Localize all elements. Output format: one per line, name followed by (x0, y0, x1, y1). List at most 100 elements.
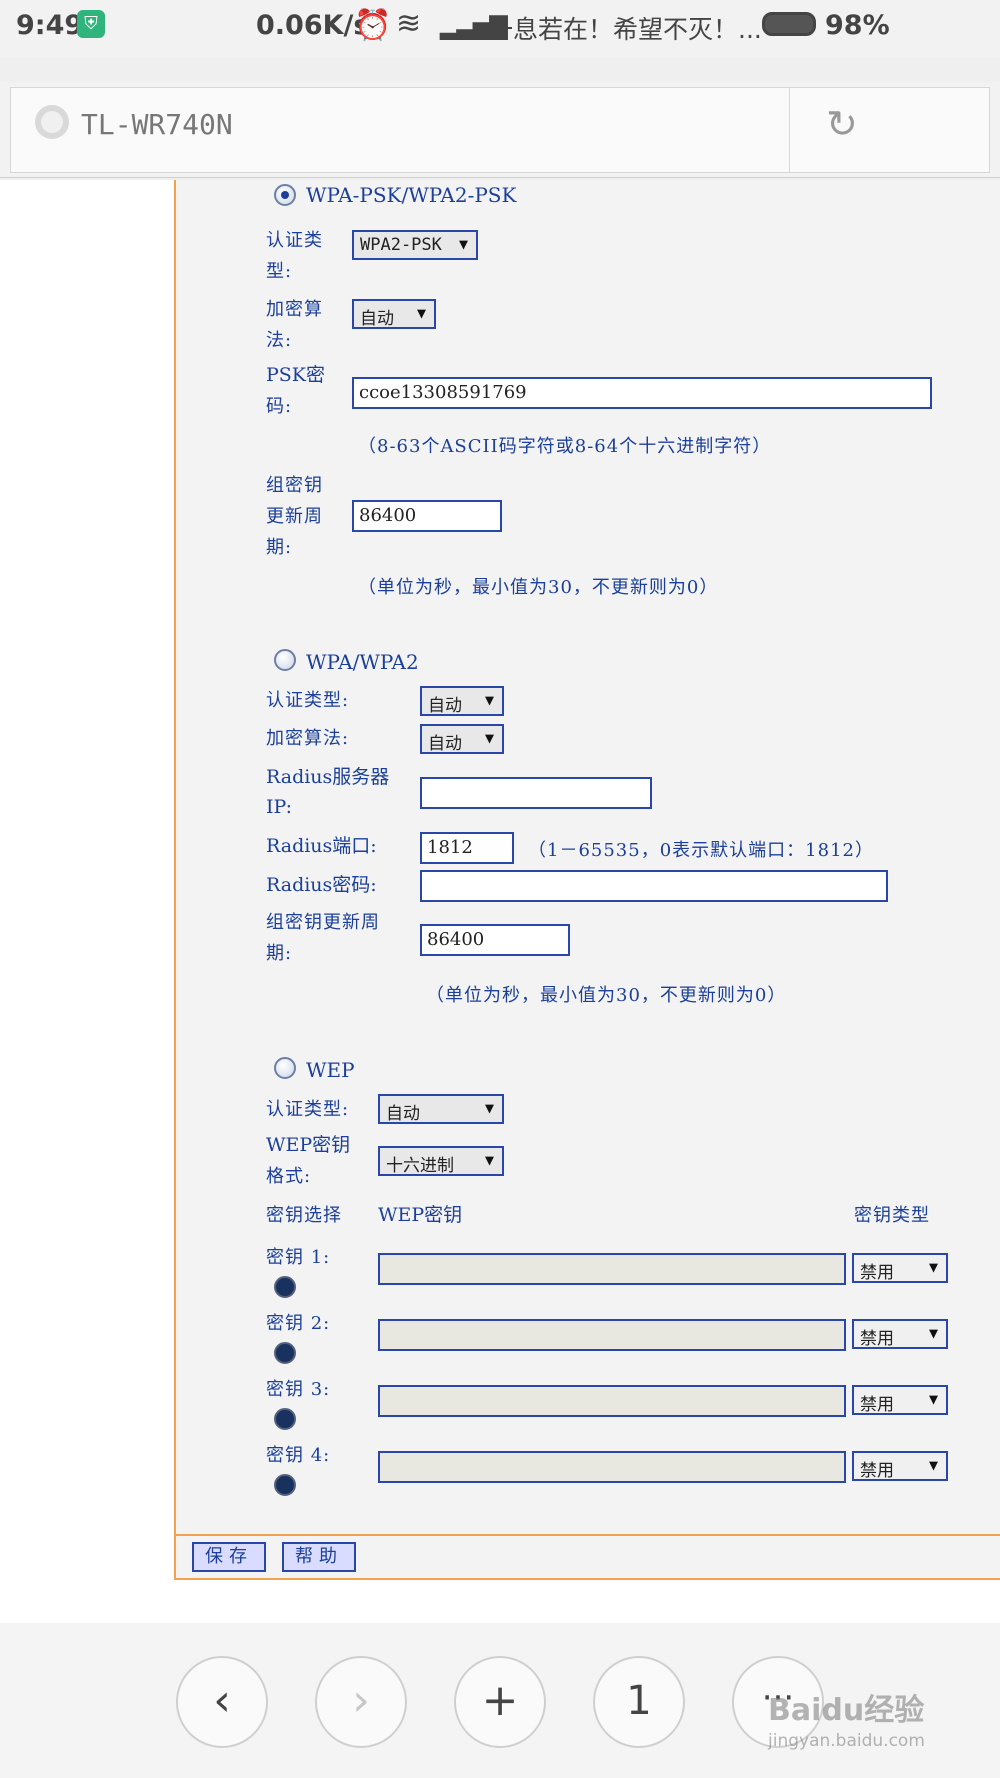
wep-key-input[interactable] (378, 1319, 846, 1351)
wep-key-type-select[interactable]: 禁用 ▼ (852, 1253, 948, 1283)
wep-key-radio[interactable] (274, 1408, 296, 1430)
wep-key-type-value: 禁用 (860, 1263, 894, 1283)
address-bar: TL-WR740N ↻ (0, 82, 1000, 178)
url-box[interactable]: TL-WR740N ↻ (10, 87, 990, 173)
wpa-psk-title: WPA-PSK/WPA2-PSK (306, 183, 517, 207)
col-key-type: 密钥类型 (854, 1205, 930, 1226)
wifi-icon: ≋ (396, 6, 422, 41)
wpa-auth-value: 自动 (428, 696, 462, 716)
radius-port-input[interactable]: 1812 (420, 832, 514, 864)
wpa-rekey-label-2: 期: (266, 943, 293, 964)
wep-radio[interactable] (274, 1057, 296, 1079)
wpa-enc-label: 加密算法: (266, 728, 350, 749)
page-title[interactable]: TL-WR740N (81, 108, 233, 141)
wpa-psk-rekey-input[interactable]: 86400 (352, 500, 502, 532)
wpa-psk-radio[interactable] (274, 184, 296, 206)
chevron-down-icon: ▼ (928, 1258, 938, 1276)
chevron-down-icon: ▼ (928, 1390, 938, 1408)
watermark-brand: Baidu经验 (768, 1693, 925, 1728)
chevron-down-icon: ▼ (484, 1151, 494, 1169)
wpa-psk-enc-label-2: 法: (266, 330, 293, 351)
wep-key-input[interactable] (378, 1253, 846, 1285)
alarm-icon: ⏰ (354, 8, 392, 43)
chevron-down-icon: ▼ (484, 691, 494, 709)
status-time: 9:49 (16, 10, 84, 41)
wep-auth-select[interactable]: 自动 ▼ (378, 1094, 504, 1124)
separator (789, 88, 790, 172)
wpa-title: WPA/WPA2 (306, 650, 419, 674)
wep-format-select[interactable]: 十六进制 ▼ (378, 1146, 504, 1176)
wep-auth-value: 自动 (386, 1104, 420, 1124)
radius-ip-label-2: IP: (266, 796, 293, 818)
security-settings-panel: WPA-PSK/WPA2-PSK 认证类 型: WPA2-PSK ▼ 加密算 法:… (174, 180, 1000, 1580)
radius-port-note: （1－65535，0表示默认端口：1812） (528, 840, 874, 861)
battery-icon (762, 12, 816, 36)
new-tab-button[interactable]: + (454, 1656, 546, 1748)
col-wep-key: WEP密钥 (378, 1204, 463, 1226)
psk-note: （8-63个ASCII码字符或8-64个十六进制字符） (358, 436, 772, 457)
chevron-down-icon: ▼ (484, 729, 494, 747)
tabs-count-button[interactable]: 1 (593, 1656, 685, 1748)
wpa-enc-select[interactable]: 自动 ▼ (420, 724, 504, 754)
wep-key-type-value: 禁用 (860, 1461, 894, 1481)
wpa-psk-enc-select[interactable]: 自动 ▼ (352, 299, 436, 329)
wep-key-type-value: 禁用 (860, 1329, 894, 1349)
wep-key-radio[interactable] (274, 1342, 296, 1364)
divider (176, 1534, 1000, 1536)
wep-auth-label: 认证类型: (266, 1099, 350, 1120)
chevron-down-icon: ▼ (416, 304, 426, 322)
col-key-select: 密钥选择 (266, 1205, 342, 1226)
wep-key-label: 密钥 4: (266, 1445, 331, 1466)
wpa-rekey-label: 组密钥更新周 (266, 912, 380, 933)
wpa-psk-rekey-note: （单位为秒，最小值为30，不更新则为0） (358, 577, 719, 598)
radius-ip-label: Radius服务器 (266, 766, 390, 788)
wpa-psk-rekey-label-2: 更新周 (266, 506, 323, 527)
help-button[interactable]: 帮助 (282, 1542, 356, 1572)
radius-password-label: Radius密码: (266, 874, 377, 896)
wep-format-label: WEP密钥 (266, 1134, 351, 1156)
wep-key-radio[interactable] (274, 1474, 296, 1496)
chevron-down-icon: ▼ (484, 1099, 494, 1117)
save-button[interactable]: 保存 (192, 1542, 266, 1572)
wpa-rekey-note: （单位为秒，最小值为30，不更新则为0） (426, 985, 787, 1006)
wpa-auth-label: 认证类型: (266, 690, 350, 711)
network-speed: 0.06K/s (256, 10, 370, 41)
wpa-radio[interactable] (274, 649, 296, 671)
wpa-psk-auth-label-2: 型: (266, 261, 293, 282)
wep-format-label-2: 格式: (266, 1166, 312, 1187)
wpa-enc-value: 自动 (428, 734, 462, 754)
wep-title: WEP (306, 1058, 355, 1082)
bottom-toolbar: ‹ › + 1 ··· Baidu经验 jingyan.baidu.com (0, 1623, 1000, 1778)
watermark-url: jingyan.baidu.com (768, 1731, 925, 1751)
shield-icon: ⛨ (77, 10, 105, 38)
wpa-rekey-input[interactable]: 86400 (420, 924, 570, 956)
radius-port-label: Radius端口: (266, 835, 377, 857)
wep-key-label: 密钥 3: (266, 1379, 331, 1400)
forward-button[interactable]: › (315, 1656, 407, 1748)
wpa-auth-select[interactable]: 自动 ▼ (420, 686, 504, 716)
chevron-down-icon: ▼ (458, 235, 468, 253)
wpa-psk-auth-label: 认证类 (266, 230, 323, 251)
status-message: 一息若在！希望不灭！... (488, 15, 762, 44)
psk-label: PSK密 (266, 364, 325, 386)
back-button[interactable]: ‹ (176, 1656, 268, 1748)
wep-key-input[interactable] (378, 1451, 846, 1483)
wep-key-type-value: 禁用 (860, 1395, 894, 1415)
status-bar: 9:49 ⛨ 0.06K/s ⏰ ≋ ▂▃▅▇ 一息若在！希望不灭！... 98… (0, 0, 1000, 58)
wep-key-label: 密钥 2: (266, 1313, 331, 1334)
wep-key-type-select[interactable]: 禁用 ▼ (852, 1385, 948, 1415)
wpa-psk-auth-select[interactable]: WPA2-PSK ▼ (352, 230, 478, 260)
refresh-icon[interactable]: ↻ (826, 102, 858, 146)
wep-key-type-select[interactable]: 禁用 ▼ (852, 1451, 948, 1481)
wep-key-input[interactable] (378, 1385, 846, 1417)
chevron-down-icon: ▼ (928, 1456, 938, 1474)
radius-password-input[interactable] (420, 870, 888, 902)
psk-password-input[interactable]: ccoe13308591769 (352, 377, 932, 409)
site-icon (35, 105, 69, 139)
wep-key-type-select[interactable]: 禁用 ▼ (852, 1319, 948, 1349)
radius-ip-input[interactable] (420, 777, 652, 809)
wpa-psk-auth-value: WPA2-PSK (360, 235, 442, 255)
wep-key-radio[interactable] (274, 1276, 296, 1298)
chevron-down-icon: ▼ (928, 1324, 938, 1342)
psk-label-2: 码: (266, 396, 293, 417)
